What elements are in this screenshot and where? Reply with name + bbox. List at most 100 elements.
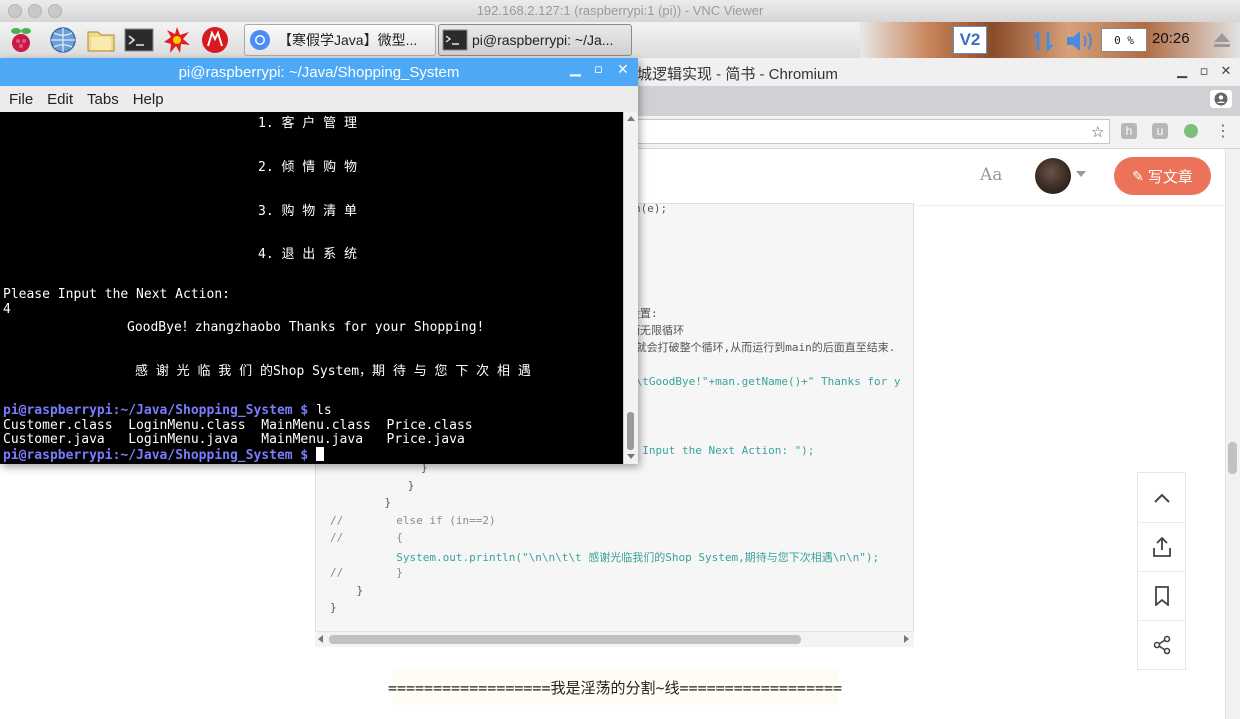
minimize-icon[interactable]: ▁ bbox=[570, 61, 581, 77]
code-line: } bbox=[368, 479, 415, 492]
scroll-right-icon[interactable] bbox=[904, 635, 909, 643]
terminal-prompt-line: pi@raspberrypi:~/Java/Shopping_System $ … bbox=[3, 403, 332, 418]
minimize-icon[interactable]: ▁ bbox=[1174, 64, 1190, 80]
prompt-path: :~/Java/Shopping_System $ bbox=[112, 403, 309, 418]
chromium-window-title: 城逻辑实现 - 简书 - Chromium bbox=[637, 66, 838, 83]
clock[interactable]: 20:26 bbox=[1152, 30, 1190, 47]
eject-icon[interactable] bbox=[1212, 30, 1232, 50]
network-transfer-icon[interactable] bbox=[1030, 28, 1056, 54]
vnc-title-bar: 192.168.2.127:1 (raspberrypi:1 (pi)) - V… bbox=[0, 0, 1240, 23]
close-icon[interactable]: ✕ bbox=[1218, 64, 1234, 80]
vnc-window-title: 192.168.2.127:1 (raspberrypi:1 (pi)) - V… bbox=[476, 3, 764, 18]
terminal-line: 1. 客 户 管 理 bbox=[258, 116, 357, 131]
menu-help[interactable]: Help bbox=[133, 91, 164, 108]
page-scrollbar-thumb[interactable] bbox=[1228, 442, 1237, 474]
prompt-path: :~/Java/Shopping_System $ bbox=[112, 448, 309, 463]
bookmark-button[interactable] bbox=[1138, 571, 1185, 621]
terminal-line: Customer.class LoginMenu.class MainMenu.… bbox=[3, 418, 473, 433]
bookmark-star-icon[interactable]: ☆ bbox=[1091, 123, 1104, 141]
volume-icon[interactable] bbox=[1064, 28, 1094, 54]
code-horizontal-scrollbar[interactable] bbox=[315, 631, 914, 647]
extension-h-icon[interactable]: h bbox=[1121, 123, 1137, 139]
chevron-down-icon[interactable] bbox=[1076, 171, 1086, 177]
code-line: // } bbox=[330, 566, 403, 579]
share-button[interactable] bbox=[1138, 620, 1185, 669]
code-line: // { bbox=[330, 531, 403, 544]
terminal-line: Please Input the Next Action: bbox=[3, 287, 230, 302]
menu-tabs[interactable]: Tabs bbox=[87, 91, 119, 108]
taskbar: 【寒假学Java】微型... pi@raspberrypi: ~/Ja... V… bbox=[0, 22, 1240, 59]
write-article-label: 写文章 bbox=[1147, 168, 1193, 186]
maximize-icon[interactable]: ▫ bbox=[1196, 64, 1212, 80]
close-icon[interactable]: ✕ bbox=[617, 62, 629, 78]
pen-icon: ✎ bbox=[1132, 167, 1144, 184]
code-line: e Input the Next Action: "); bbox=[629, 444, 815, 457]
chromium-icon bbox=[248, 29, 274, 51]
code-line: } bbox=[330, 601, 337, 614]
terminal-output[interactable]: 1. 客 户 管 理 2. 倾 情 购 物 3. 购 物 清 单 4. 退 出 … bbox=[0, 112, 623, 464]
terminal-title-bar: pi@raspberrypi: ~/Java/Shopping_System ▁… bbox=[0, 58, 638, 86]
share-nodes-icon bbox=[1153, 635, 1170, 654]
scroll-up-icon[interactable] bbox=[627, 116, 635, 121]
code-scrollbar-thumb[interactable] bbox=[329, 635, 801, 644]
extension-u-icon[interactable]: u bbox=[1152, 123, 1168, 139]
write-article-button[interactable]: ✎ 写文章 bbox=[1114, 157, 1211, 195]
code-line: n(e); bbox=[634, 203, 668, 215]
share-upload-button[interactable] bbox=[1138, 522, 1185, 572]
terminal-scrollbar-thumb[interactable] bbox=[627, 412, 634, 450]
code-line: ,就会打破整个循环,从而运行到main的后面直至结束. bbox=[629, 341, 896, 354]
menu-edit[interactable]: Edit bbox=[47, 91, 73, 108]
back-to-top-button[interactable] bbox=[1138, 473, 1185, 523]
terminal-line: 4. 退 出 系 统 bbox=[258, 247, 357, 262]
page-scrollbar[interactable] bbox=[1225, 149, 1240, 719]
share-upload-icon bbox=[1152, 536, 1171, 557]
terminal-prompt-line: pi@raspberrypi:~/Java/Shopping_System $ bbox=[3, 447, 325, 463]
section-divider: ==================我是淫荡的分割~线=============… bbox=[388, 669, 842, 705]
cpu-usage-monitor[interactable]: 0 % bbox=[1101, 28, 1147, 52]
extension-green-icon[interactable] bbox=[1184, 124, 1198, 138]
terminal-scrollbar[interactable] bbox=[623, 112, 638, 464]
terminal-icon[interactable] bbox=[124, 25, 154, 55]
taskbar-task-chromium[interactable]: 【寒假学Java】微型... bbox=[244, 24, 436, 56]
address-bar[interactable]: ☆ bbox=[637, 119, 1110, 144]
menu-file[interactable]: File bbox=[9, 91, 33, 108]
web-browser-icon[interactable] bbox=[48, 25, 78, 55]
taskbar-task-label: 【寒假学Java】微型... bbox=[278, 32, 418, 48]
scroll-left-icon[interactable] bbox=[318, 635, 323, 643]
terminal-line: 2. 倾 情 购 物 bbox=[258, 160, 357, 175]
scroll-down-icon[interactable] bbox=[627, 454, 635, 459]
terminal-title: pi@raspberrypi: ~/Java/Shopping_System bbox=[178, 64, 460, 81]
terminal-line: 4 bbox=[3, 302, 11, 317]
terminal-line: Customer.java LoginMenu.java MainMenu.ja… bbox=[3, 432, 465, 447]
code-line: t\tGoodBye!"+man.getName()+" Thanks for … bbox=[629, 375, 901, 388]
chrome-menu-icon[interactable]: ⋮ bbox=[1215, 121, 1231, 140]
chromium-toolbar: ☆ h u ⋮ bbox=[637, 116, 1240, 149]
profile-icon[interactable] bbox=[1210, 90, 1232, 108]
terminal-line: GoodBye！zhangzhaobo Thanks for your Shop… bbox=[127, 320, 485, 335]
burst-icon[interactable] bbox=[162, 25, 192, 55]
prompt-user: pi@raspberrypi bbox=[3, 403, 113, 418]
terminal-cursor bbox=[316, 447, 325, 461]
terminal-line: 3. 购 物 清 单 bbox=[258, 204, 357, 219]
code-line: } bbox=[358, 496, 392, 509]
terminal-window[interactable]: pi@raspberrypi: ~/Java/Shopping_System ▁… bbox=[0, 58, 638, 464]
terminal-icon bbox=[442, 29, 468, 51]
chromium-tab-strip bbox=[637, 86, 1240, 116]
maximize-icon[interactable]: ▫ bbox=[594, 62, 603, 77]
terminal-line: 感 谢 光 临 我 们 的Shop System，期 待 与 您 下 次 相 遇 bbox=[135, 364, 531, 379]
chevron-up-icon bbox=[1153, 493, 1170, 503]
wolfram-icon[interactable] bbox=[200, 25, 230, 55]
prompt-command: ls bbox=[308, 403, 332, 418]
bookmark-icon bbox=[1154, 585, 1169, 606]
side-toolbar bbox=[1137, 472, 1186, 670]
code-line: // else if (in==2) bbox=[330, 514, 496, 527]
terminal-menu-bar: File Edit Tabs Help bbox=[0, 86, 638, 112]
avatar[interactable] bbox=[1035, 158, 1071, 194]
raspberry-menu-icon[interactable] bbox=[6, 25, 36, 55]
taskbar-task-label: pi@raspberrypi: ~/Ja... bbox=[472, 32, 614, 48]
code-line: } bbox=[330, 584, 364, 597]
font-size-button[interactable]: Aa bbox=[980, 165, 1002, 185]
vnc-tray-icon[interactable]: V2 bbox=[953, 26, 987, 54]
taskbar-task-terminal[interactable]: pi@raspberrypi: ~/Ja... bbox=[438, 24, 632, 56]
file-manager-icon[interactable] bbox=[86, 25, 116, 55]
